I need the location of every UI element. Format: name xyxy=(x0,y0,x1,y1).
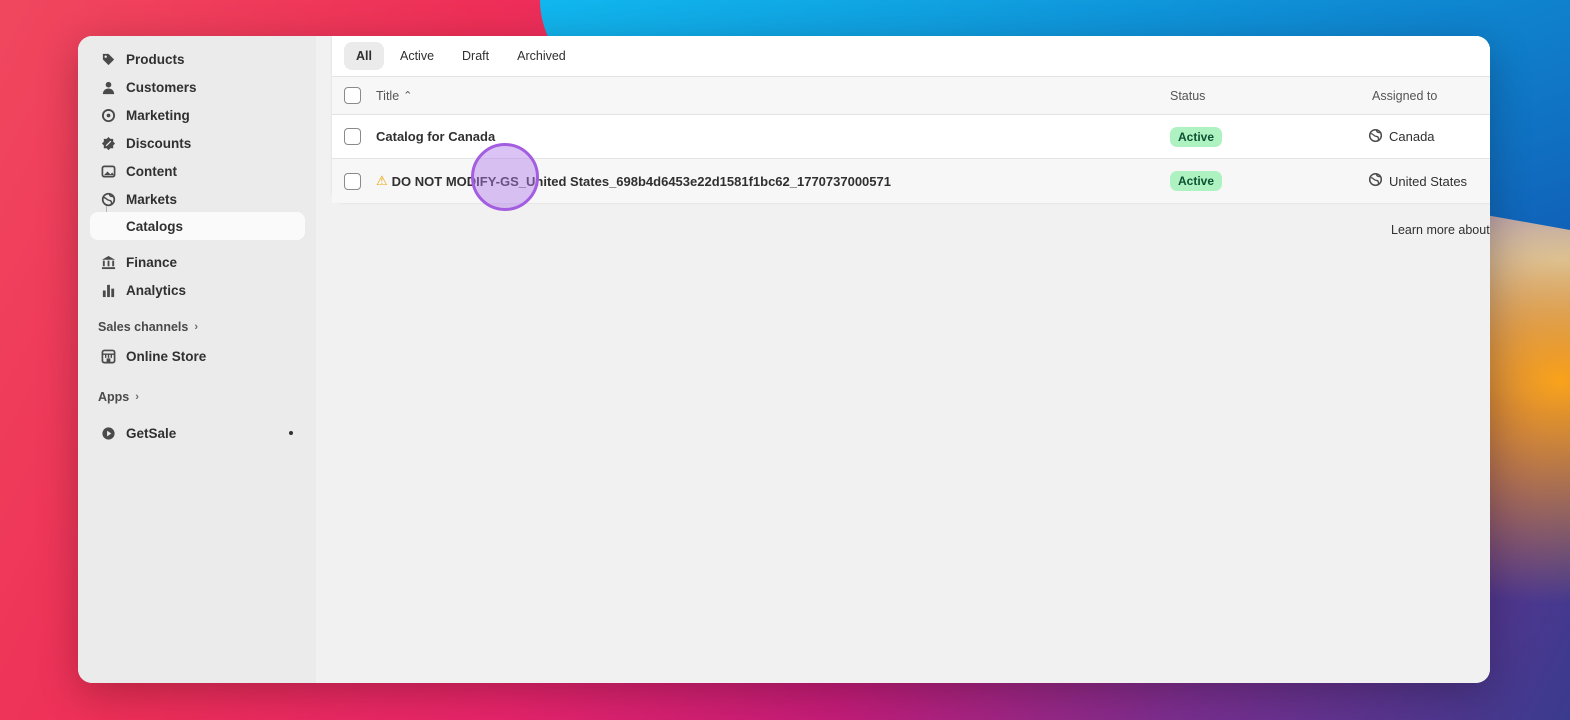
bank-icon xyxy=(100,254,116,270)
sidebar-item-label: Marketing xyxy=(126,107,190,123)
select-all-checkbox[interactable] xyxy=(344,87,361,104)
sidebar-item-label: Finance xyxy=(126,254,178,270)
market-name: United States xyxy=(1389,173,1468,189)
row-checkbox[interactable] xyxy=(344,172,361,190)
tab-draft[interactable]: Draft xyxy=(450,42,501,70)
sidebar-item-label: Online Store xyxy=(126,348,207,364)
play-circle-icon xyxy=(100,425,116,441)
title-column-header[interactable]: Title ⌃ xyxy=(376,89,412,103)
assigned-market: United States xyxy=(1368,172,1467,190)
sort-icon: ⌃ xyxy=(403,90,413,102)
click-indicator xyxy=(471,143,539,211)
sidebar-item-label: Content xyxy=(126,163,177,179)
sidebar-item-analytics[interactable]: Analytics xyxy=(90,276,305,304)
globe-icon xyxy=(1368,172,1383,190)
assigned-column-header: Assigned to xyxy=(1372,88,1438,103)
chevron-right-icon: › xyxy=(194,321,198,333)
warning-icon: ⚠ xyxy=(376,173,388,188)
sidebar-item-catalogs[interactable]: Catalogs xyxy=(90,212,305,240)
apps-label: Apps xyxy=(98,390,130,404)
sidebar-item-label: Analytics xyxy=(126,282,187,298)
sidebar: Products Customers Marketing Discounts C… xyxy=(78,36,316,683)
tag-icon xyxy=(100,51,116,67)
sales-channels-link[interactable]: Sales channels › xyxy=(98,320,198,334)
row-checkbox[interactable] xyxy=(344,128,361,145)
sidebar-item-label: Markets xyxy=(126,191,178,207)
chevron-right-icon: › xyxy=(135,391,139,403)
sidebar-item-online-store[interactable]: Online Store xyxy=(90,342,305,370)
sidebar-item-label: Catalogs xyxy=(126,218,184,234)
status-badge: Active xyxy=(1170,126,1223,147)
catalog-title-text: DO NOT MODIFY-GS_United States_698b4d645… xyxy=(391,173,891,189)
sidebar-item-label: Customers xyxy=(126,79,197,95)
globe-icon xyxy=(1368,128,1383,146)
sales-channels-label: Sales channels xyxy=(98,320,189,334)
title-header-label: Title xyxy=(376,88,400,103)
catalog-title-link[interactable]: ⚠ DO NOT MODIFY-GS_United States_698b4d6… xyxy=(376,173,891,189)
unread-dot xyxy=(289,431,293,435)
apps-link[interactable]: Apps › xyxy=(98,390,139,404)
sidebar-item-discounts[interactable]: Discounts xyxy=(90,129,305,157)
status-column-header: Status xyxy=(1170,88,1206,103)
sidebar-item-customers[interactable]: Customers xyxy=(90,73,305,101)
image-icon xyxy=(100,163,116,179)
sidebar-item-markets[interactable]: Markets xyxy=(90,185,305,213)
globe-icon xyxy=(100,191,116,207)
app-window: Products Customers Marketing Discounts C… xyxy=(78,36,1490,683)
sidebar-item-label: GetSale xyxy=(126,425,177,441)
sidebar-item-products[interactable]: Products xyxy=(90,45,305,73)
sidebar-item-getsale[interactable]: GetSale xyxy=(90,419,305,447)
sidebar-item-label: Discounts xyxy=(126,135,192,151)
status-badge: Active xyxy=(1170,171,1223,191)
store-icon xyxy=(100,348,116,364)
tab-active[interactable]: Active xyxy=(388,42,446,70)
filter-tabs: All Active Draft Archived xyxy=(332,36,1490,77)
sidebar-item-finance[interactable]: Finance xyxy=(90,248,305,276)
target-icon xyxy=(100,107,116,123)
tab-all[interactable]: All xyxy=(344,42,384,70)
tab-archived[interactable]: Archived xyxy=(505,42,578,70)
assigned-market: Canada xyxy=(1368,128,1435,146)
person-icon xyxy=(100,79,116,95)
learn-more-link[interactable]: Learn more about xyxy=(1391,223,1490,237)
discount-icon xyxy=(100,135,116,151)
sidebar-item-label: Products xyxy=(126,51,185,67)
table-header: Title ⌃ Status Assigned to xyxy=(332,77,1490,115)
sidebar-item-marketing[interactable]: Marketing xyxy=(90,101,305,129)
catalog-title-link[interactable]: Catalog for Canada xyxy=(376,129,495,144)
sidebar-item-content[interactable]: Content xyxy=(90,157,305,185)
main-content: All Active Draft Archived Title ⌃ Status… xyxy=(316,36,1490,683)
market-name: Canada xyxy=(1389,129,1435,144)
bar-chart-icon xyxy=(100,282,116,298)
